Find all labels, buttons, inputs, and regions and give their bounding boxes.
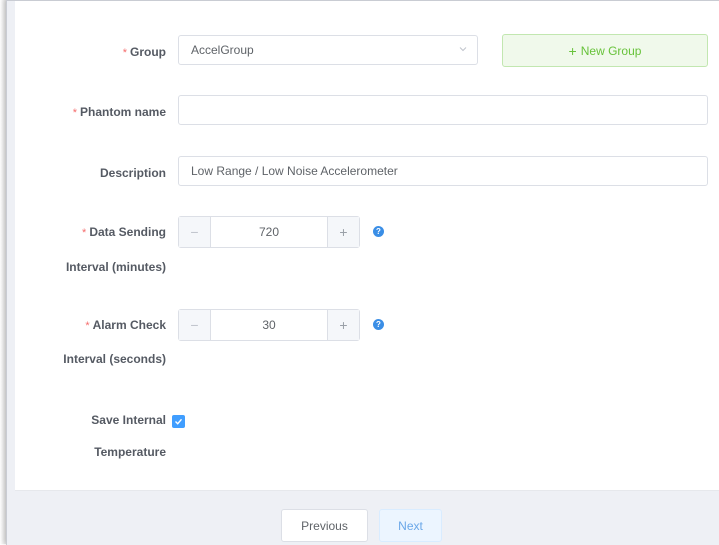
alarm-check-label-line1: Alarm Check <box>92 318 166 332</box>
group-label-text: Group <box>130 45 166 59</box>
plus-icon: + <box>339 224 348 240</box>
required-mark: * <box>72 107 77 119</box>
plus-icon: + <box>568 42 577 59</box>
plus-icon: + <box>339 317 348 333</box>
data-sending-label: * Data Sending <box>82 225 166 239</box>
required-mark: * <box>82 227 87 239</box>
form-card: * Group AccelGroup + New Group * Phantom n… <box>15 1 719 491</box>
increment-button[interactable]: + <box>327 310 359 340</box>
data-sending-label-line2: Interval (minutes) <box>65 260 166 274</box>
data-sending-label-line1: Data Sending <box>89 225 166 239</box>
phantom-name-input[interactable] <box>178 95 708 125</box>
required-mark: * <box>85 320 90 332</box>
data-sending-value[interactable]: 720 <box>211 217 327 247</box>
help-glyph: ? <box>376 227 381 236</box>
new-group-button[interactable]: + New Group <box>502 34 708 67</box>
decrement-button[interactable]: − <box>179 217 211 247</box>
new-group-label: New Group <box>580 43 642 58</box>
dialog-window: * Group AccelGroup + New Group * Phantom n… <box>6 0 719 545</box>
description-label: Description <box>100 166 166 180</box>
help-icon[interactable]: ? <box>373 226 384 237</box>
description-value: Low Range / Low Noise Accelerometer <box>191 164 398 178</box>
decrement-button[interactable]: − <box>179 310 211 340</box>
phantom-name-label: * Phantom name <box>73 105 166 119</box>
previous-button[interactable]: Previous <box>281 509 368 542</box>
next-button[interactable]: Next <box>379 509 442 542</box>
description-label-text: Description <box>99 166 166 180</box>
next-label: Next <box>398 518 423 533</box>
description-input[interactable]: Low Range / Low Noise Accelerometer <box>178 156 708 186</box>
alarm-check-stepper[interactable]: − 30 + <box>178 309 360 341</box>
help-icon[interactable]: ? <box>373 319 384 330</box>
save-temp-label-line2: Temperature <box>94 445 166 459</box>
save-temp-label: Save Internal <box>91 413 166 427</box>
required-mark: * <box>122 47 127 59</box>
data-sending-stepper[interactable]: − 720 + <box>178 216 360 248</box>
checkmark-icon <box>175 418 183 425</box>
save-temp-checkbox[interactable] <box>172 415 185 428</box>
save-temp-label-line1: Save Internal <box>91 413 166 427</box>
minus-icon: − <box>190 317 199 333</box>
group-select[interactable]: AccelGroup <box>178 35 478 65</box>
previous-label: Previous <box>301 518 348 533</box>
alarm-check-label-line2: Interval (seconds) <box>63 352 166 366</box>
phantom-name-label-text: Phantom name <box>79 105 166 119</box>
alarm-check-value[interactable]: 30 <box>211 310 327 340</box>
group-label: * Group <box>123 45 166 59</box>
minus-icon: − <box>190 224 199 240</box>
increment-button[interactable]: + <box>327 217 359 247</box>
group-select-value: AccelGroup <box>191 43 254 57</box>
alarm-check-label: * Alarm Check <box>85 318 166 332</box>
help-glyph: ? <box>376 320 381 329</box>
chevron-down-icon <box>459 47 467 52</box>
